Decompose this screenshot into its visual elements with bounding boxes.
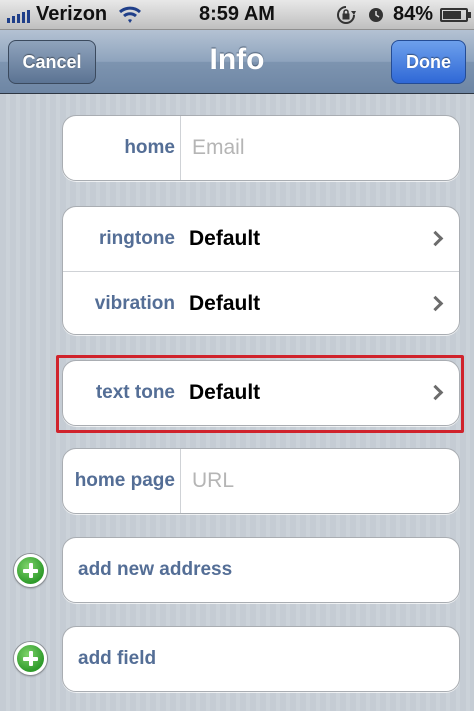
vibration-value: Default [189, 292, 261, 315]
add-field-card[interactable]: add field [62, 626, 460, 692]
vibration-row[interactable]: vibration Default [63, 272, 459, 336]
ringtone-label: ringtone [99, 228, 175, 249]
add-address-card[interactable]: add new address [62, 537, 460, 603]
text-tone-row[interactable]: text tone Default [63, 361, 459, 425]
add-field-plus-icon[interactable] [14, 642, 47, 675]
status-bar: Verizon 8:59 AM 84% [0, 0, 474, 30]
email-label: home [124, 137, 175, 158]
chevron-right-icon [427, 384, 444, 401]
url-label: home page [74, 470, 175, 491]
add-address-plus-icon[interactable] [14, 554, 47, 587]
email-field[interactable]: Email [192, 116, 245, 180]
email-card: home Email [62, 115, 460, 181]
url-row[interactable]: home page URL [63, 449, 459, 513]
email-divider [180, 116, 181, 180]
url-field[interactable]: URL [192, 449, 234, 513]
alarm-icon [369, 8, 383, 22]
vibration-label: vibration [94, 293, 175, 314]
sounds-card: ringtone Default vibration Default [62, 206, 460, 335]
text-tone-label: text tone [95, 382, 175, 403]
text-tone-card: text tone Default [62, 360, 460, 426]
chevron-right-icon [427, 295, 444, 312]
add-address-label: add new address [78, 559, 233, 580]
done-button[interactable]: Done [391, 40, 466, 84]
chevron-right-icon [427, 230, 444, 247]
url-card: home page URL [62, 448, 460, 514]
battery-icon [440, 8, 468, 22]
url-divider [180, 449, 181, 513]
rotation-lock-icon [337, 6, 356, 24]
text-tone-value: Default [189, 381, 261, 404]
add-field-label: add field [78, 648, 157, 669]
navigation-bar: Cancel Info Done [0, 30, 474, 94]
battery-level-fill [443, 11, 462, 19]
battery-nub [468, 12, 471, 18]
ringtone-value: Default [189, 227, 261, 250]
ringtone-row[interactable]: ringtone Default [63, 207, 459, 271]
email-row[interactable]: home Email [63, 116, 459, 180]
battery-percent: 84% [393, 3, 434, 25]
